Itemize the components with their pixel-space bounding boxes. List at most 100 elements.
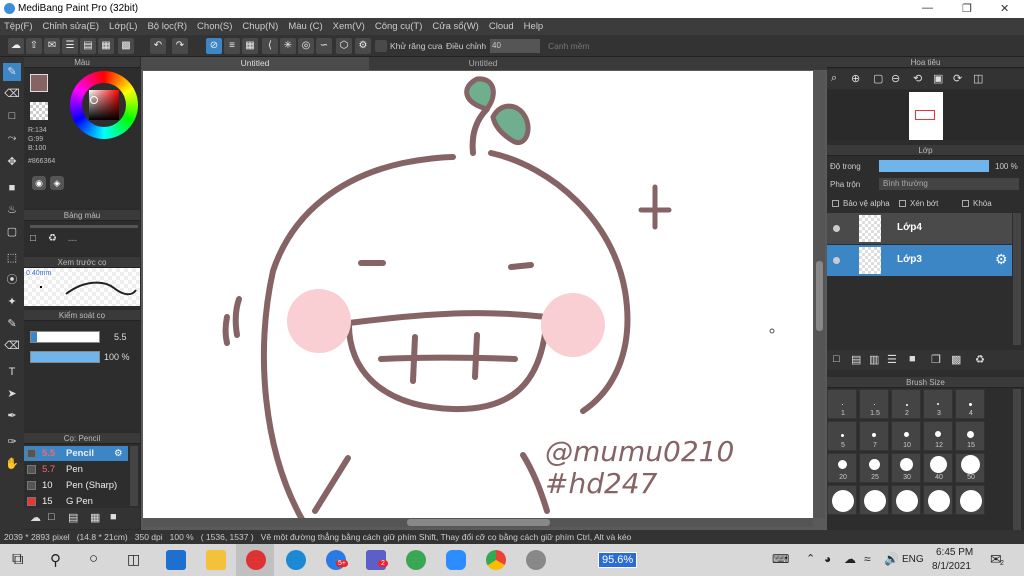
select-tool-icon[interactable]: ⬚ [3,249,21,267]
brush-item-pencil[interactable]: 5.5 Pencil ⚙ [24,446,128,461]
select-eraser-icon[interactable]: ⌫ [3,337,21,355]
merge-layer-icon[interactable]: ▩ [951,353,961,366]
cortana-icon[interactable]: ○ [89,550,98,567]
windows-start-icon[interactable]: ⧉ [12,551,23,569]
brush-folder-icon[interactable]: ■ [110,511,117,523]
brush-size-large-5[interactable] [955,485,985,515]
brush-size-50[interactable]: 50 [955,453,985,483]
edge-icon[interactable] [286,550,306,570]
upload-icon[interactable]: ⇧ [26,38,42,54]
color-picker-handle[interactable] [90,96,98,104]
layer-folder-icon[interactable]: ■ [909,353,916,365]
brush-size-2[interactable]: 2 [891,389,921,419]
move-tool-icon[interactable]: ✥ [3,153,21,171]
brush-size-slider[interactable] [30,331,100,343]
rotate-right-icon[interactable]: ⟳ [953,72,962,85]
green-app-icon[interactable] [406,550,426,570]
protect-alpha-checkbox[interactable] [832,200,839,207]
no-snap-icon[interactable]: ⊘ [206,38,222,54]
panel-icon[interactable]: ▦ [98,38,114,54]
clock-date[interactable]: 8/1/2021 [932,561,971,572]
menu-filter[interactable]: Bộ lọc(R) [147,21,187,32]
brush-menu-icon[interactable]: ▤ [68,511,78,524]
saturation-box[interactable] [89,90,119,120]
wifi-icon[interactable]: ≈ [864,552,871,566]
polygon-snap-icon[interactable]: ⬡ [336,38,352,54]
zoom-app-icon[interactable] [446,550,466,570]
layer-scrollbar[interactable] [1013,213,1021,345]
cloud-sync-icon[interactable]: ☁ [844,552,856,566]
brush-size-15[interactable]: 15 [955,421,985,451]
antialias-checkbox[interactable] [375,40,387,52]
layer-row-lop3[interactable]: Lớp3 ⚙ [827,245,1012,276]
zoom-in-icon[interactable]: ⊕ [851,72,860,85]
canvas-horizontal-scrollbar[interactable] [143,518,813,527]
new-layer-icon[interactable]: □ [833,353,840,365]
document-icon[interactable]: ▤ [80,38,96,54]
fit-window-icon[interactable]: ▢ [873,72,883,85]
fit-screen-icon[interactable]: ▣ [933,72,943,85]
menu-select[interactable]: Chọn(S) [197,21,232,32]
lock-checkbox[interactable] [962,200,969,207]
layer-visibility-icon[interactable] [833,225,840,232]
paint-tool-icon[interactable] [526,550,546,570]
transparent-color-swatch[interactable] [30,102,48,120]
restore-button[interactable]: ❐ [962,2,972,15]
file-explorer-icon[interactable] [206,550,226,570]
brush-size-7[interactable]: 7 [859,421,889,451]
brush-list-scrollbar[interactable] [130,446,138,506]
rotate-left-icon[interactable]: ⟲ [913,72,922,85]
tab-untitled-2[interactable]: Untitled [369,57,597,70]
eraser-tool-icon[interactable]: ⌫ [3,85,21,103]
line-tool-icon[interactable]: ⤳ [3,129,21,147]
brush-property-icon[interactable]: ▦ [90,511,100,524]
mail-icon[interactable] [166,550,186,570]
radial-snap-icon[interactable]: ✳ [280,38,296,54]
layer-visibility-icon[interactable] [833,257,840,264]
cloud-icon[interactable]: ☁ [8,38,24,54]
menu-layer[interactable]: Lớp(L) [109,21,137,32]
message-icon[interactable]: ☰ [62,38,78,54]
navigator-thumbnail[interactable] [909,92,943,140]
navigator-viewport[interactable] [915,110,935,120]
redo-icon[interactable]: ↷ [172,38,188,54]
layer-row-lop4[interactable]: Lớp4 [827,213,1012,244]
menu-tools[interactable]: Công cụ(T) [375,21,423,32]
add-layer-dropdown-icon[interactable]: ☰ [887,353,897,366]
brush-tool-icon[interactable]: ✎ [3,63,21,81]
gradient-tool-icon[interactable]: ▢ [3,223,21,241]
new-8bit-layer-icon[interactable]: ▥ [869,353,879,366]
minimize-button[interactable]: — [922,2,933,14]
task-view-icon[interactable]: ◫ [127,551,140,568]
clock-time[interactable]: 6:45 PM [936,547,973,558]
brush-settings-gear-icon[interactable]: ⚙ [114,446,123,461]
eyedropper-icon[interactable]: ✑ [3,433,21,451]
cross-snap-icon[interactable]: ▦ [242,38,258,54]
brush-size-30[interactable]: 30 [891,453,921,483]
zoom-fit-icon[interactable]: ⌕ [831,72,837,85]
delete-layer-icon[interactable]: ♻ [975,353,985,366]
volume-icon[interactable]: 🔊 [884,552,899,566]
close-button[interactable]: ✕ [1000,2,1009,15]
divide-tool-icon[interactable]: ✒ [3,407,21,425]
menu-snap[interactable]: Chụp(N) [242,21,278,32]
palette-icon[interactable]: ◉ [32,176,46,190]
medibang-app-icon[interactable] [246,550,266,570]
new-halftone-layer-icon[interactable]: ▤ [851,353,861,366]
brush-size-10[interactable]: 10 [891,421,921,451]
clipping-checkbox[interactable] [899,200,906,207]
brush-size-large-1[interactable] [827,485,857,515]
brush-size-scrollbar[interactable] [1013,389,1021,530]
chrome-icon[interactable] [486,550,506,570]
brush-item-g-pen[interactable]: 15 G Pen [24,494,124,509]
menu-cloud[interactable]: Cloud [489,21,514,32]
brush-size-1-5[interactable]: 1.5 [859,389,889,419]
correction-input[interactable]: 40 [490,39,540,53]
canvas-vertical-scrollbar[interactable] [814,71,825,518]
color-wheel[interactable] [70,71,138,139]
flip-icon[interactable]: ◫ [973,72,983,85]
brush-size-40[interactable]: 40 [923,453,953,483]
menu-window[interactable]: Cửa sổ(W) [432,21,478,32]
menu-view[interactable]: Xem(V) [333,21,365,32]
layer-settings-gear-icon[interactable]: ⚙ [995,251,1008,268]
